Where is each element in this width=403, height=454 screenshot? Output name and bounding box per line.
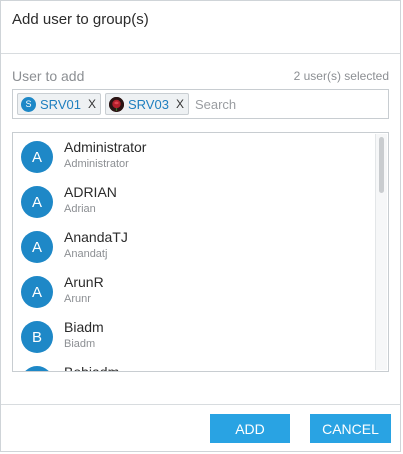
chip-srv03[interactable]: SRV03 X: [104, 93, 189, 115]
dialog-body: User to add 2 user(s) selected S SRV01 X: [1, 55, 400, 407]
search-input[interactable]: [192, 92, 315, 116]
dialog-footer: ADD CANCEL: [1, 404, 400, 451]
selected-count: 2 user(s) selected: [293, 69, 389, 83]
add-button[interactable]: ADD: [210, 414, 290, 443]
chip-srv01[interactable]: S SRV01 X: [17, 93, 101, 115]
field-row: User to add 2 user(s) selected: [12, 67, 389, 85]
user-list[interactable]: A Administrator Administrator A ADRIAN A…: [12, 132, 389, 372]
user-name: ADRIAN: [64, 184, 117, 200]
list-item[interactable]: A AnandaTJ Anandatj: [13, 227, 374, 271]
user-to-add-label: User to add: [12, 68, 85, 84]
dialog-title: Add user to group(s): [12, 11, 149, 28]
avatar: A: [21, 186, 53, 218]
chip-label: SRV01: [40, 96, 81, 112]
list-item[interactable]: A Administrator Administrator: [13, 137, 374, 181]
avatar: A: [21, 141, 53, 173]
scroll-thumb[interactable]: [379, 137, 384, 193]
avatar: B: [21, 321, 53, 353]
avatar: A: [21, 276, 53, 308]
user-login: Anandatj: [64, 248, 108, 260]
cancel-button[interactable]: CANCEL: [310, 414, 391, 443]
user-tag-input[interactable]: S SRV01 X SRV03 X: [12, 89, 389, 119]
chip-avatar: S: [21, 96, 36, 112]
add-user-dialog: Add user to group(s) User to add 2 user(…: [0, 0, 401, 452]
user-name: AnandaTJ: [64, 229, 128, 245]
user-login: Adrian: [64, 203, 96, 215]
user-login: Arunr: [64, 293, 91, 305]
list-item[interactable]: A ADRIAN Adrian: [13, 182, 374, 226]
chip-remove-button[interactable]: X: [88, 97, 96, 111]
list-item[interactable]: A ArunR Arunr: [13, 272, 374, 316]
list-scrollbar[interactable]: [375, 134, 387, 370]
chip-remove-button[interactable]: X: [176, 97, 184, 111]
chip-label: SRV03: [127, 96, 169, 112]
user-login: Administrator: [64, 158, 129, 170]
list-item[interactable]: B Bobiadm: [13, 362, 374, 372]
dialog-header: Add user to group(s): [1, 1, 400, 54]
list-item[interactable]: B Biadm Biadm: [13, 317, 374, 361]
user-name: Biadm: [64, 319, 104, 335]
avatar: A: [21, 231, 53, 263]
user-name: Administrator: [64, 139, 147, 155]
user-name: Bobiadm: [64, 364, 120, 372]
user-name: ArunR: [64, 274, 104, 290]
user-login: Biadm: [64, 338, 96, 350]
avatar: B: [21, 366, 53, 371]
rose-avatar-icon: [108, 96, 124, 112]
